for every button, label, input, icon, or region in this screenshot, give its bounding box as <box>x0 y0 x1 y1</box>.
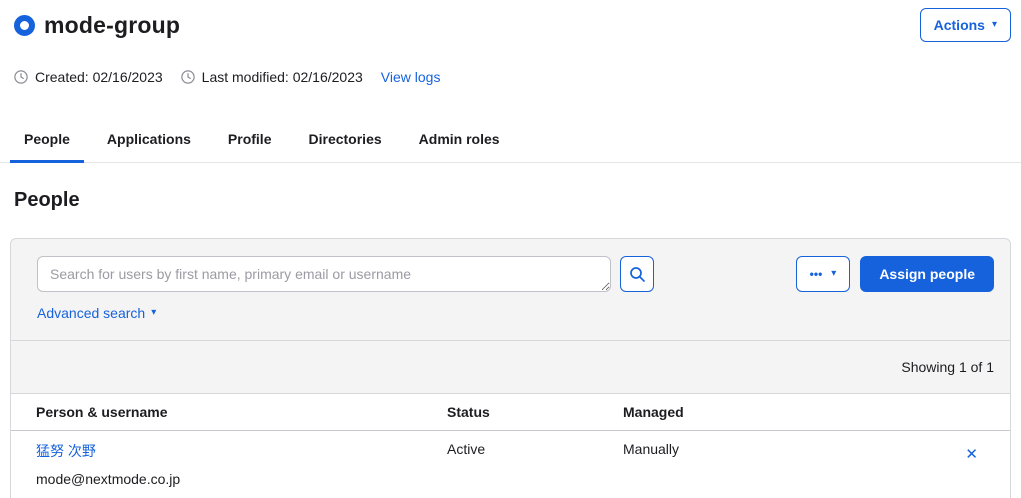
people-table-wrap: Person & username Status Managed 猛努 次野 m… <box>11 394 1010 498</box>
column-header-actions <box>855 394 1010 431</box>
search-input[interactable] <box>37 256 611 292</box>
person-managed: Manually <box>623 430 855 498</box>
search-icon <box>629 266 645 282</box>
more-options-icon: ••• <box>809 267 823 281</box>
clock-icon <box>14 70 28 84</box>
created-label: Created: 02/16/2023 <box>35 69 163 85</box>
close-icon: ✕ <box>965 446 978 463</box>
person-status: Active <box>447 430 623 498</box>
tab-applications[interactable]: Applications <box>93 131 205 162</box>
people-table: Person & username Status Managed 猛努 次野 m… <box>11 394 1010 498</box>
tab-profile[interactable]: Profile <box>214 131 286 162</box>
modified-meta: Last modified: 02/16/2023 <box>180 69 363 85</box>
table-row: 猛努 次野 mode@nextmode.co.jp Active Manuall… <box>11 430 1010 498</box>
person-name-link[interactable]: 猛努 次野 <box>36 441 96 461</box>
view-logs-link[interactable]: View logs <box>381 69 441 85</box>
group-detail-page: mode-group Actions ▾ Created: 02/16/2023… <box>0 0 1021 498</box>
modified-label: Last modified: 02/16/2023 <box>201 69 363 85</box>
remove-person-button[interactable]: ✕ <box>961 443 982 466</box>
actions-button-label: Actions <box>933 17 985 33</box>
search-button[interactable] <box>620 256 654 292</box>
page-header: mode-group <box>0 0 1021 39</box>
search-toolbar: ••• ▾ Assign people Advanced search ▾ <box>11 239 1010 341</box>
group-meta: Created: 02/16/2023 Last modified: 02/16… <box>14 69 1021 85</box>
clock-icon <box>180 70 195 84</box>
column-header-person: Person & username <box>11 394 447 431</box>
results-count-row: Showing 1 of 1 <box>11 341 1010 394</box>
table-header-row: Person & username Status Managed <box>11 394 1010 431</box>
tab-people[interactable]: People <box>10 131 84 163</box>
assign-people-button[interactable]: Assign people <box>860 256 994 292</box>
group-icon <box>14 15 35 36</box>
page-title: mode-group <box>44 12 181 38</box>
tab-directories[interactable]: Directories <box>295 131 396 162</box>
tab-admin-roles[interactable]: Admin roles <box>405 131 514 162</box>
column-header-managed: Managed <box>623 394 855 431</box>
people-panel: ••• ▾ Assign people Advanced search ▾ Sh… <box>10 238 1011 498</box>
section-title: People <box>14 189 80 211</box>
results-count: Showing 1 of 1 <box>901 359 994 375</box>
advanced-search-toggle[interactable]: Advanced search ▾ <box>37 305 156 340</box>
caret-down-icon: ▾ <box>991 19 997 30</box>
caret-down-icon: ▾ <box>831 268 837 279</box>
advanced-search-label: Advanced search <box>37 305 146 321</box>
created-meta: Created: 02/16/2023 <box>14 69 163 85</box>
toolbar-actions: ••• ▾ Assign people <box>795 256 994 292</box>
caret-down-icon: ▾ <box>151 307 157 318</box>
column-header-status: Status <box>447 394 623 431</box>
person-username: mode@nextmode.co.jp <box>36 471 181 487</box>
tab-bar: People Applications Profile Directories … <box>0 131 1021 163</box>
more-options-button[interactable]: ••• ▾ <box>795 256 851 292</box>
actions-button[interactable]: Actions ▾ <box>919 8 1011 42</box>
